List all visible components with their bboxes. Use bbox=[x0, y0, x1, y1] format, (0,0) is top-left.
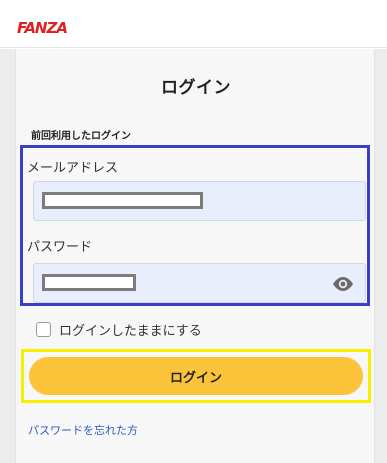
remember-me-option[interactable]: ログインしたままにする bbox=[36, 320, 202, 339]
top-header: FANZA bbox=[0, 0, 387, 48]
email-field-label: メールアドレス bbox=[27, 161, 119, 176]
page-background: ログイン 前回利用したログイン メールアドレス パスワード ログインしたままにす… bbox=[0, 49, 387, 463]
forgot-password-link[interactable]: パスワードを忘れた方 bbox=[28, 422, 138, 438]
password-redaction-box bbox=[42, 274, 136, 291]
fanza-logo-mark: FANZA bbox=[17, 19, 68, 36]
password-field[interactable] bbox=[33, 263, 366, 303]
fanza-logo[interactable]: FANZA bbox=[17, 18, 73, 36]
password-field-label: パスワード bbox=[27, 240, 93, 255]
previous-login-label: 前回利用したログイン bbox=[31, 131, 131, 142]
svg-text:FANZA: FANZA bbox=[17, 19, 67, 36]
login-card: ログイン 前回利用したログイン メールアドレス パスワード ログインしたままにす… bbox=[15, 49, 375, 463]
email-redaction-box bbox=[42, 192, 203, 209]
page-title: ログイン bbox=[161, 78, 231, 98]
remember-me-checkbox[interactable] bbox=[36, 322, 51, 337]
email-field[interactable] bbox=[33, 181, 366, 221]
credentials-highlight-box: メールアドレス パスワード bbox=[20, 145, 370, 306]
eye-icon[interactable] bbox=[331, 275, 355, 293]
login-button[interactable]: ログイン bbox=[29, 357, 363, 395]
submit-highlight-box: ログイン bbox=[21, 349, 371, 403]
remember-me-label: ログインしたままにする bbox=[59, 324, 202, 339]
